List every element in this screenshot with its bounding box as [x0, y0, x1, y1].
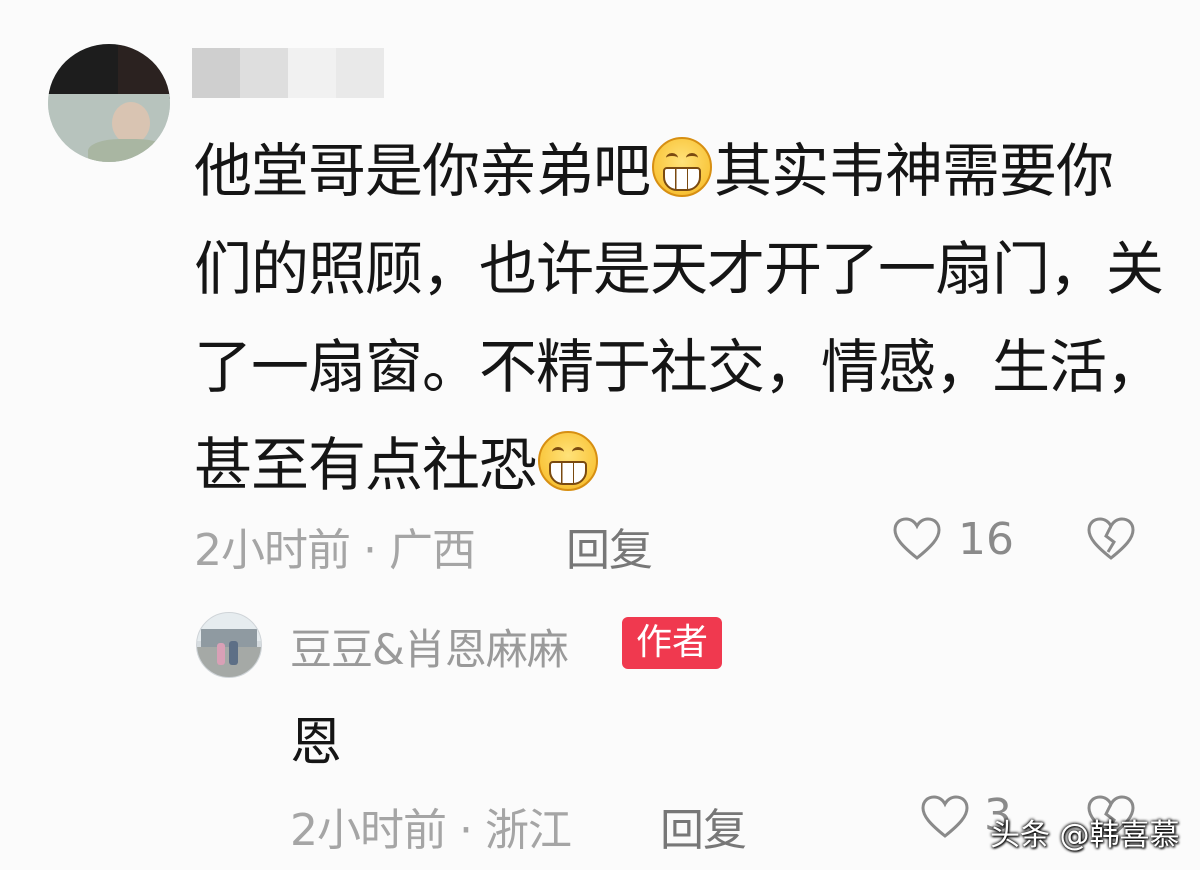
comment-location: 广西 [389, 525, 476, 576]
comment-line2: 们的照顾，也许是天才开了一扇门，关 [194, 235, 1164, 303]
comment-time: 2小时前 [194, 525, 351, 576]
comment-line1-b: 其实韦神需要你 [714, 137, 1114, 205]
grinning-emoji-icon [538, 431, 599, 491]
heart-outline-icon [893, 517, 941, 560]
comment-text: 他堂哥是你亲弟吧 其实韦神需要你 们的照顾，也许是天才开了一扇门，关 了一扇窗。不… [194, 122, 1164, 514]
dot-separator: · [363, 525, 377, 576]
reply-time-location: 2小时前 · 浙江 [290, 794, 572, 858]
author-avatar[interactable] [196, 612, 262, 678]
grinning-emoji-icon [652, 137, 713, 197]
dot-separator: · [459, 805, 473, 856]
comment-time-location: 2小时前 · 广西 [194, 514, 476, 578]
reply-location: 浙江 [485, 805, 572, 856]
comment-line1-a: 他堂哥是你亲弟吧 [194, 137, 651, 205]
reply-time: 2小时前 [290, 805, 447, 856]
reply-reply-button[interactable]: 回复 [660, 794, 747, 858]
heart-outline-icon [921, 795, 969, 838]
comment-dislike-button[interactable] [1086, 516, 1136, 566]
comment-like-button[interactable] [892, 516, 942, 566]
reply-like-button[interactable] [920, 794, 970, 844]
commenter-avatar[interactable] [48, 44, 170, 162]
watermark: 头条 @韩喜慕 [990, 818, 1180, 853]
comment-line4-a: 甚至有点社恐 [194, 431, 537, 499]
reply-text: 恩 [290, 713, 343, 773]
comment-like-count: 16 [958, 514, 1014, 565]
commenter-name-blurred[interactable] [192, 48, 386, 98]
comment-reply-button[interactable]: 回复 [566, 514, 653, 578]
reply-username[interactable]: 豆豆&肖恩麻麻 [290, 616, 569, 677]
author-badge: 作者 [622, 617, 722, 669]
comment-line3: 了一扇窗。不精于社交，情感，生活， [194, 333, 1164, 401]
broken-heart-icon [1087, 517, 1135, 560]
